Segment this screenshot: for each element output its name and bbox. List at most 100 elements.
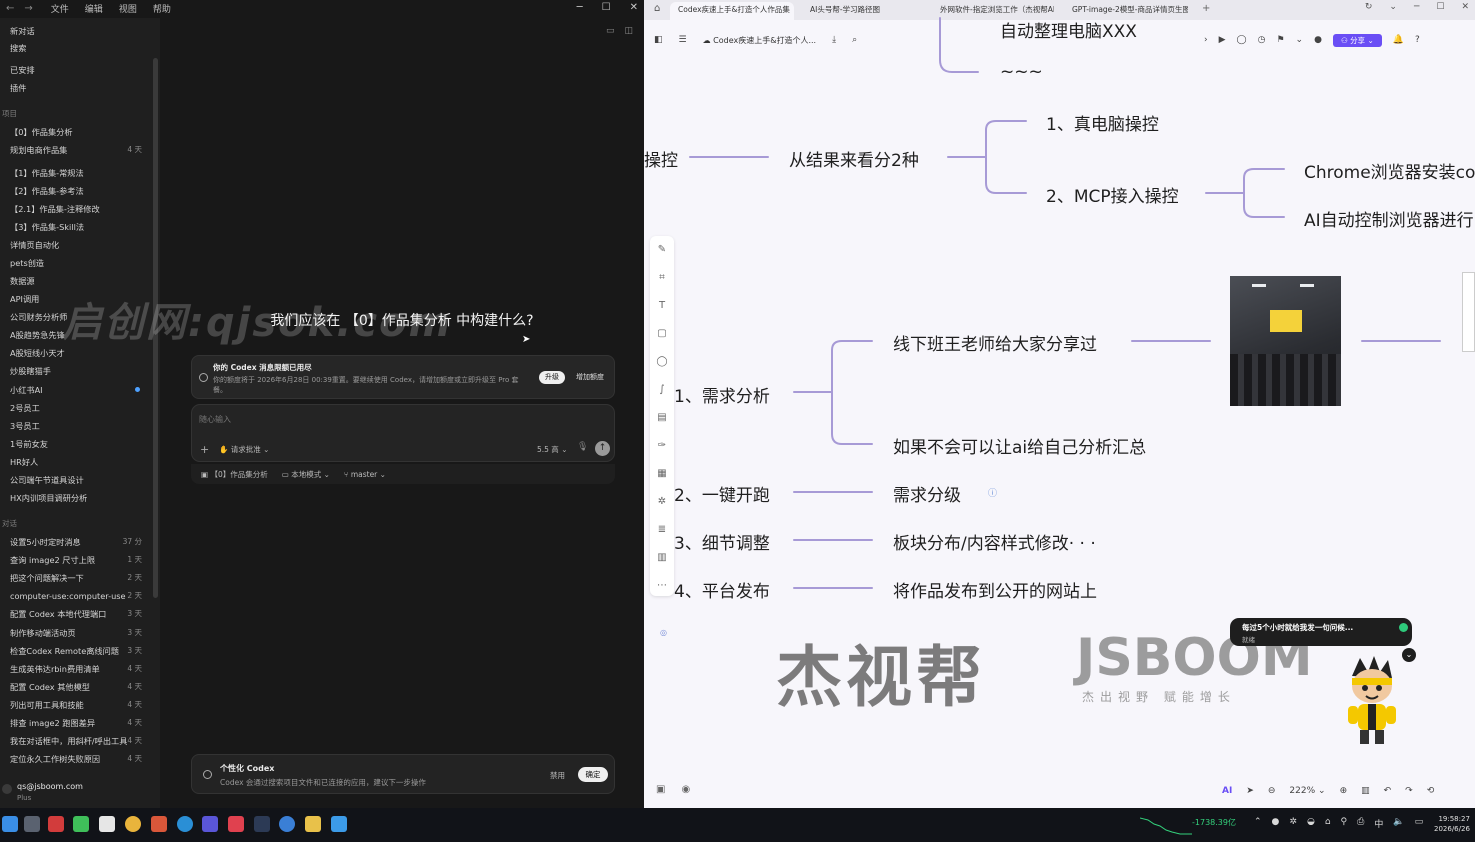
- upgrade-button[interactable]: 升级: [539, 371, 565, 384]
- forward-arrow-icon[interactable]: →: [24, 3, 32, 14]
- zoom-level[interactable]: 222% ⌄: [1289, 786, 1325, 796]
- sidebar-project[interactable]: 小红书AI: [0, 382, 150, 398]
- sidebar-project[interactable]: HR好人: [0, 454, 150, 470]
- menu-item[interactable]: 视图: [119, 2, 137, 15]
- sidebar-chat[interactable]: 排查 image2 跑图差异 4 天: [0, 715, 150, 731]
- pointer-tool-icon[interactable]: ➤: [1246, 786, 1254, 796]
- node-grading[interactable]: 需求分级: [893, 481, 961, 506]
- wps-icon[interactable]: [48, 816, 64, 832]
- add-quota-button[interactable]: 增加额度: [572, 371, 608, 384]
- chrome-icon[interactable]: [125, 816, 141, 832]
- tray-app-icon[interactable]: ✲: [1289, 817, 1297, 830]
- history-icon[interactable]: ⟲: [1427, 786, 1435, 796]
- back-arrow-icon[interactable]: ←: [6, 3, 14, 14]
- app-red-icon[interactable]: [228, 816, 244, 832]
- sidebar-chat[interactable]: 配置 Codex 其他模型 4 天: [0, 679, 150, 695]
- ime-indicator[interactable]: 中: [1374, 817, 1383, 830]
- sidebar-chat[interactable]: 我在对话框中，用斜杆/呼出工具... 4 天: [0, 733, 150, 749]
- sidebar-project[interactable]: 数据源: [0, 273, 150, 289]
- tray-app-icon[interactable]: ⚲: [1341, 817, 1348, 830]
- node-detail-adjust[interactable]: 3、细节调整: [674, 529, 770, 554]
- chevron-down-icon[interactable]: ⌄: [1402, 648, 1416, 662]
- send-button[interactable]: ↑: [595, 441, 610, 456]
- wechat-icon[interactable]: [73, 816, 89, 832]
- minimap-icon[interactable]: ▣: [656, 784, 665, 795]
- node-mcp[interactable]: 2、MCP接入操控: [1046, 182, 1179, 207]
- clock[interactable]: 19:58:27 2026/6/26: [1434, 814, 1470, 834]
- tray-app-icon[interactable]: ◒: [1307, 817, 1315, 830]
- volume-icon[interactable]: 🔈: [1393, 817, 1404, 830]
- edge-icon[interactable]: [177, 816, 193, 832]
- assistant-bubble[interactable]: 每过5个小时就给我发一句问候... 就绪: [1230, 618, 1412, 646]
- sidebar-project[interactable]: 【2】作品集-参考法: [0, 183, 150, 199]
- location-icon[interactable]: ◉: [681, 784, 690, 795]
- minimize-icon[interactable]: ─: [577, 0, 583, 16]
- node-control[interactable]: 操控: [644, 146, 678, 171]
- menu-item[interactable]: 编辑: [85, 2, 103, 15]
- tray-app-icon[interactable]: ⌂: [1325, 817, 1331, 830]
- sidebar-project[interactable]: 【0】作品集分析: [0, 124, 150, 140]
- sidebar-chat[interactable]: 定位永久工作树失败原因 4 天: [0, 751, 150, 767]
- sidebar-chat[interactable]: computer-use:computer-use 模...2 天: [0, 588, 150, 604]
- sidebar-project[interactable]: 公司端午节道具设计: [0, 472, 150, 488]
- sidebar-chat[interactable]: 列出可用工具和技能 4 天: [0, 697, 150, 713]
- file-explorer-icon[interactable]: [305, 816, 321, 832]
- node-ai-browser[interactable]: AI自动控制浏览器进行: [1304, 206, 1474, 231]
- chevron-up-icon[interactable]: ⌃: [1254, 817, 1262, 830]
- ai-icon[interactable]: AI: [1222, 786, 1232, 796]
- small-circle-icon[interactable]: ◎: [660, 628, 667, 637]
- sidebar-project[interactable]: 规划电商作品集 4 天: [0, 142, 150, 158]
- node-ellipsis[interactable]: ~~~: [1000, 62, 1043, 82]
- browser-blue-icon[interactable]: [279, 816, 295, 832]
- account-area[interactable]: qs@jsboom.com Plus: [0, 778, 160, 806]
- sidebar-nav-item[interactable]: 插件: [0, 80, 150, 96]
- node-auto-organize[interactable]: 自动整理电脑XXX: [1000, 17, 1137, 42]
- node-layout-edit[interactable]: 板块分布/内容样式修改· · ·: [893, 529, 1096, 554]
- chat-app-icon[interactable]: [331, 816, 347, 832]
- sidebar-nav-item[interactable]: 已安排: [0, 62, 150, 78]
- menu-item[interactable]: 文件: [51, 2, 69, 15]
- prompt-input[interactable]: 随心输入: [199, 414, 231, 425]
- bilibili-icon[interactable]: [99, 816, 115, 832]
- node-result-types[interactable]: 从结果来看分2种: [789, 146, 919, 171]
- node-website[interactable]: 将作品发布到公开的网站上: [893, 577, 1097, 602]
- node-ai-summary[interactable]: 如果不会可以让ai给自己分析汇总: [893, 433, 1146, 458]
- sidebar-project[interactable]: 【1】作品集-常规法: [0, 165, 150, 181]
- sidebar-project[interactable]: pets创造: [0, 255, 150, 271]
- sidebar-project[interactable]: 3号员工: [0, 418, 150, 434]
- stock-value[interactable]: -1738.39亿: [1192, 817, 1236, 828]
- sidebar-toggle-icon[interactable]: ◫: [625, 26, 634, 36]
- panel-toggle-icon[interactable]: ▭: [606, 26, 615, 36]
- confirm-button[interactable]: 确定: [578, 767, 608, 782]
- sidebar-chat[interactable]: 配置 Codex 本地代理端口 3 天: [0, 606, 150, 622]
- sidebar-chat[interactable]: 设置5小时定时消息 37 分: [0, 534, 150, 550]
- local-mode-select[interactable]: ▭ 本地模式 ⌄: [282, 469, 330, 480]
- add-attachment-icon[interactable]: +: [200, 443, 209, 456]
- sidebar-chat[interactable]: 查询 image2 尺寸上限 1 天: [0, 552, 150, 568]
- close-icon[interactable]: ✕: [630, 0, 638, 16]
- codex-icon[interactable]: [202, 816, 218, 832]
- sidebar-chat[interactable]: 制作移动端活动页 3 天: [0, 625, 150, 641]
- node-offline-share[interactable]: 线下班王老师给大家分享过: [893, 330, 1097, 355]
- mascot-icon[interactable]: [1340, 652, 1404, 748]
- branch-select[interactable]: ⑂ master ⌄: [344, 470, 386, 479]
- terminal-icon[interactable]: [254, 816, 270, 832]
- tray-app-icon[interactable]: ⎙: [1357, 817, 1364, 830]
- node-publish[interactable]: 4、平台发布: [674, 577, 770, 602]
- network-icon[interactable]: ▭: [1415, 817, 1424, 830]
- sidebar-project[interactable]: 1号前女友: [0, 436, 150, 452]
- project-select[interactable]: ▣ 【0】作品集分析: [201, 469, 268, 480]
- disable-button[interactable]: 禁用: [550, 770, 565, 781]
- node-real-pc[interactable]: 1、真电脑操控: [1046, 110, 1159, 135]
- sidebar-nav-item[interactable]: 新对话: [0, 23, 150, 39]
- book-icon[interactable]: ▥: [1361, 786, 1370, 796]
- approval-mode-select[interactable]: ✋ 请求批准 ⌄: [219, 444, 269, 455]
- task-view-icon[interactable]: [24, 816, 40, 832]
- microphone-icon[interactable]: 🎙: [577, 442, 588, 452]
- sidebar-project[interactable]: 【2.1】作品集-注释修改: [0, 201, 150, 217]
- sidebar-chat[interactable]: 生成英伟达rbin费用清单 4 天: [0, 661, 150, 677]
- undo-icon[interactable]: ↶: [1384, 786, 1392, 796]
- redo-icon[interactable]: ↷: [1405, 786, 1413, 796]
- sidebar-chat[interactable]: 检查Codex Remote离线问题 3 天: [0, 643, 150, 659]
- zoom-in-icon[interactable]: ⊕: [1340, 786, 1348, 796]
